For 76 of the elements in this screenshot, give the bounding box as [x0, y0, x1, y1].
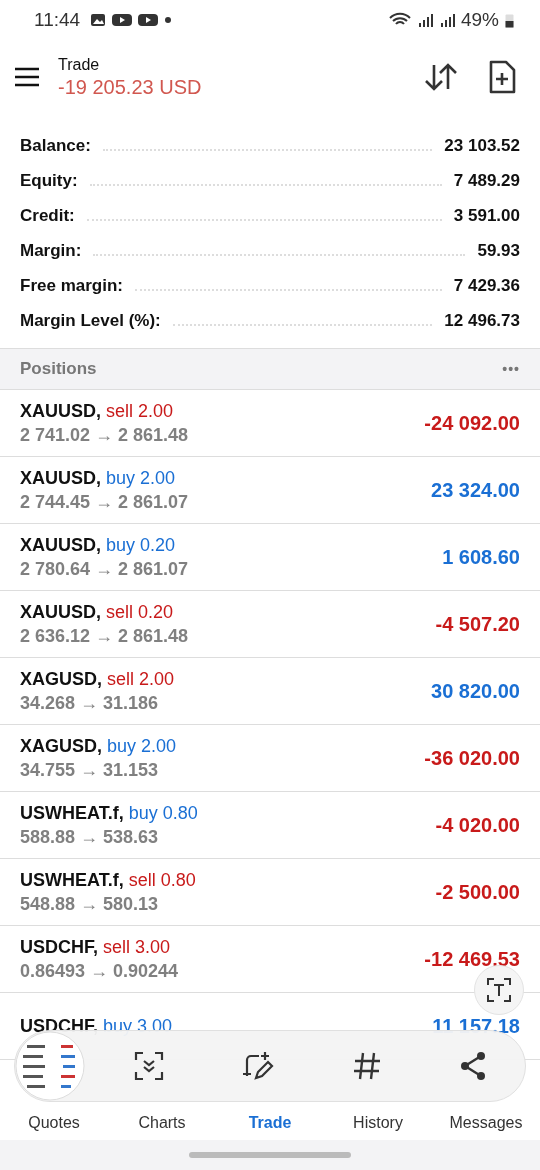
sort-icon[interactable]: [424, 62, 458, 92]
summary-value: 23 103.52: [444, 135, 520, 156]
position-type: sell 2.00: [107, 668, 175, 689]
hashtag-icon[interactable]: [351, 1051, 382, 1081]
position-profit: -2 500.00: [435, 880, 520, 904]
summary-value: 7 429.36: [453, 275, 520, 296]
position-symbol[interactable]: XAUUSD,: [20, 400, 101, 421]
nav-tab[interactable]: Messages: [432, 1110, 540, 1132]
nav-tab[interactable]: Trade: [216, 1110, 324, 1132]
position-symbol[interactable]: USDCHF,: [20, 936, 98, 957]
position-prices: 2 744.45 → 2 861.07: [20, 491, 189, 513]
position-prices: 34.268 → 31.186: [20, 692, 160, 714]
text-extract-button[interactable]: [474, 965, 524, 1015]
position-type: sell 3.00: [103, 936, 171, 957]
dot-icon: [164, 16, 173, 24]
status-time: 11:44: [34, 9, 81, 31]
play-icon: [112, 13, 133, 27]
summary-label: Balance:: [20, 135, 91, 156]
position-type: sell 0.20: [106, 601, 174, 622]
position-type: buy 0.20: [106, 534, 176, 555]
edit-icon[interactable]: [240, 1050, 275, 1082]
summary-value: 59.93: [477, 240, 520, 261]
signal-icon: [416, 12, 433, 28]
play-icon: [138, 13, 159, 27]
position-symbol[interactable]: XAGUSD,: [20, 735, 102, 756]
text-scan-icon: [486, 977, 512, 1003]
position-type: buy 2.00: [107, 735, 177, 756]
battery-icon: [505, 12, 514, 28]
summary-value: 7 489.29: [453, 170, 520, 191]
summary-value: 12 496.73: [444, 310, 520, 331]
position-profit: 30 820.00: [431, 679, 520, 703]
summary-label: Credit:: [20, 205, 75, 226]
position-profit: -12 469.53: [424, 947, 520, 971]
summary-value: 3 591.00: [453, 205, 520, 226]
summary-label: Free margin:: [20, 275, 123, 296]
position-profit: -36 020.00: [424, 746, 520, 770]
position-profit: 1 608.60: [442, 545, 520, 569]
section-title: Positions: [20, 359, 97, 379]
position-profit: -24 092.00: [424, 411, 520, 435]
position-prices: 34.755 → 31.153: [20, 759, 160, 781]
share-icon[interactable]: [458, 1051, 487, 1081]
position-symbol[interactable]: XAGUSD,: [20, 668, 102, 689]
nav-tab[interactable]: Charts: [108, 1110, 216, 1132]
new-order-icon[interactable]: [488, 60, 516, 94]
summary-label: Margin:: [20, 240, 82, 261]
position-profit: -4 020.00: [435, 813, 520, 837]
position-type: buy 2.00: [106, 467, 176, 488]
position-symbol[interactable]: XAUUSD,: [20, 467, 101, 488]
battery-percent: 49%: [460, 9, 499, 31]
summary-label: Margin Level (%):: [20, 310, 161, 331]
scroll-capture-icon[interactable]: [133, 1051, 164, 1081]
position-type: buy 0.80: [128, 802, 198, 823]
position-prices: 0.86493 → 0.90244: [20, 960, 179, 982]
position-prices: 2 741.02 → 2 861.48: [20, 424, 189, 446]
position-prices: 2 636.12 → 2 861.48: [20, 625, 189, 647]
nav-tab[interactable]: History: [324, 1110, 432, 1132]
position-profit: 23 324.00: [431, 478, 520, 502]
nav-tab[interactable]: Quotes: [0, 1110, 108, 1132]
position-profit: 11 157.18: [432, 1014, 520, 1038]
menu-icon[interactable]: [14, 67, 40, 87]
position-symbol[interactable]: USWHEAT.f,: [20, 869, 124, 890]
position-prices: 2 780.64 → 2 861.07: [20, 558, 189, 580]
summary-label: Equity:: [20, 170, 78, 191]
gallery-icon: [90, 13, 107, 27]
account-balance: -19 205.23 USD: [58, 75, 202, 99]
position-symbol[interactable]: XAUUSD,: [20, 601, 101, 622]
position-type: sell 0.80: [128, 869, 196, 890]
more-menu[interactable]: •••: [502, 361, 520, 377]
position-profit: -4 507.20: [435, 612, 520, 636]
position-prices: 548.88 → 580.13: [20, 893, 160, 915]
position-prices: 588.88 → 538.63: [20, 826, 160, 848]
position-type: sell 2.00: [106, 400, 174, 421]
position-symbol[interactable]: USWHEAT.f,: [20, 802, 124, 823]
position-symbol[interactable]: XAUUSD,: [20, 534, 101, 555]
screen-title: Trade: [58, 55, 101, 74]
signal-icon: [438, 12, 455, 28]
